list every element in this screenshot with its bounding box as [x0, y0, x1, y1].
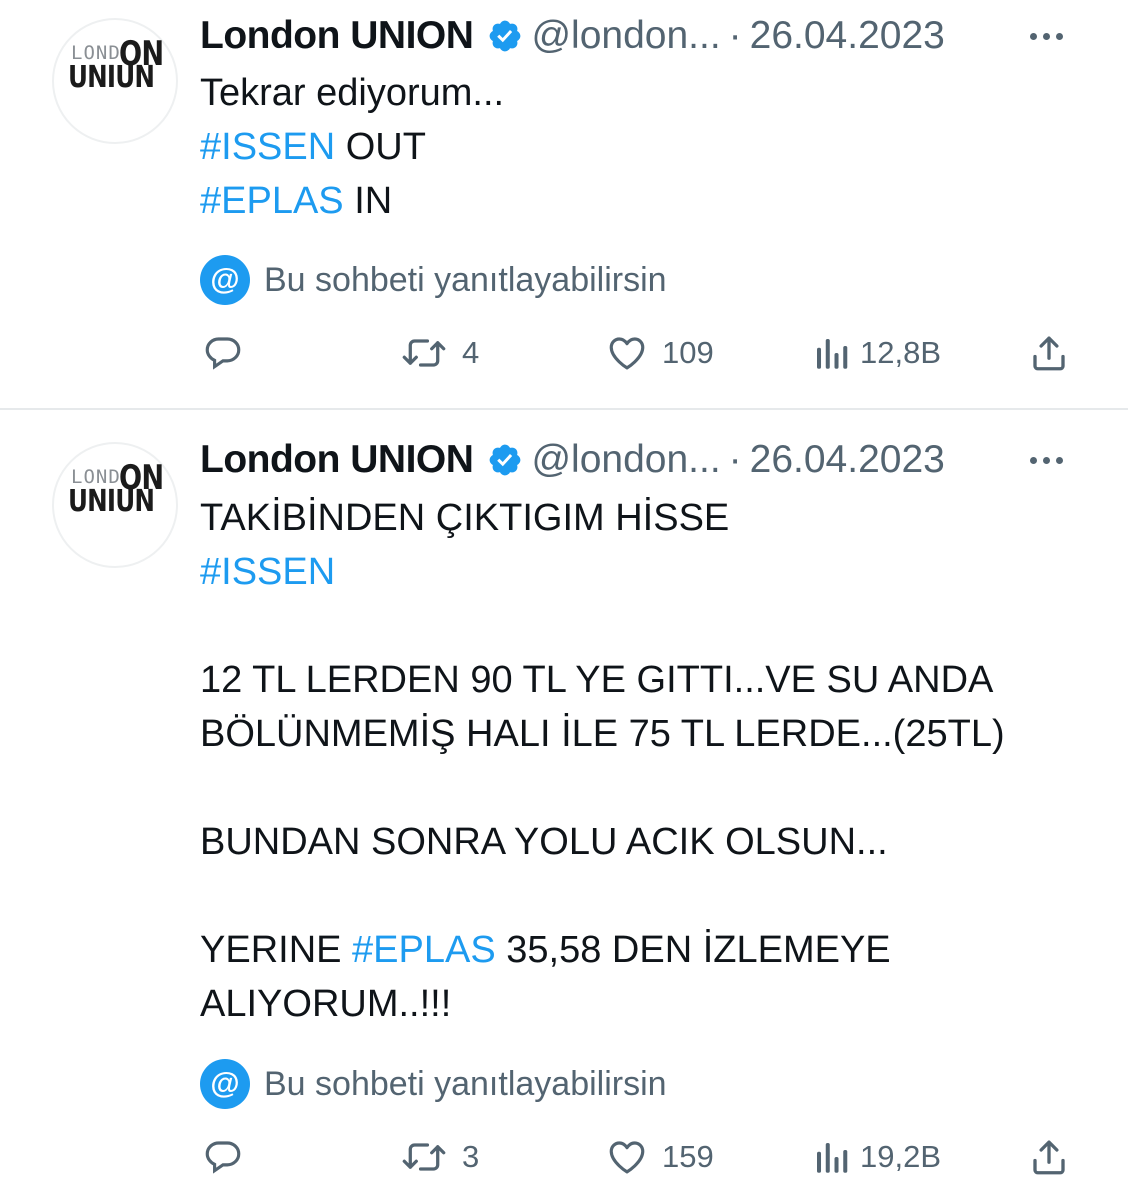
- tweet-text-segment: BUNDAN SONRA YOLU ACIK OLSUN...: [200, 821, 888, 863]
- avatar-logo-main: UNIUN: [68, 484, 155, 519]
- tweet-text-segment: YERINE: [200, 929, 353, 971]
- more-options-icon[interactable]: [1030, 24, 1074, 48]
- tweet-text-segment: 12 TL LERDEN 90 TL YE GITTI...VE SU ANDA: [200, 659, 994, 701]
- retweet-icon: [400, 1136, 448, 1178]
- tweet-text-line: ALIYORUM..!!!: [200, 977, 1100, 1031]
- reply-icon: [202, 1136, 244, 1178]
- reply-restriction-text: Bu sohbeti yanıtlayabilirsin: [264, 260, 667, 299]
- tweet-text-segment: IN: [343, 180, 393, 222]
- like-count: 109: [662, 335, 714, 370]
- verified-badge-icon: [487, 18, 523, 54]
- views-button[interactable]: 19,2B: [812, 1132, 941, 1182]
- heart-icon: [606, 1136, 648, 1178]
- tweet-header: London UNION @london... · 26.04.2023: [200, 434, 945, 486]
- tweet-text-line: #EPLAS IN: [200, 174, 1100, 228]
- tweet-text: TAKİBİNDEN ÇIKTIGIM HİSSE #ISSEN 12 TL LER…: [200, 491, 1100, 1031]
- retweet-button[interactable]: 3: [400, 1132, 479, 1182]
- separator-dot: ·: [728, 14, 742, 57]
- tweet-text-segment: Tekrar ediyorum...: [200, 72, 505, 114]
- like-count: 159: [662, 1139, 714, 1174]
- tweet-text-line: YERINE #EPLAS 35,58 DEN İZLEMEYE: [200, 923, 1100, 977]
- hashtag-link[interactable]: #EPLAS: [200, 180, 344, 222]
- tweet-text-segment: 35,58 DEN İZLEMEYE: [495, 929, 891, 971]
- avatar-logo-main: UNIUN: [68, 60, 155, 95]
- avatar[interactable]: LOND ON UNIUN: [52, 18, 178, 144]
- heart-icon: [606, 332, 648, 374]
- tweet-date[interactable]: 26.04.2023: [750, 14, 945, 58]
- tweet-header: London UNION @london... · 26.04.2023: [200, 10, 945, 62]
- author-handle[interactable]: @london...: [531, 14, 720, 58]
- retweet-count: 3: [462, 1139, 480, 1174]
- like-button[interactable]: 109: [606, 328, 714, 378]
- action-bar: 3 159 19,2B: [0, 1132, 1128, 1182]
- tweet-text: Tekrar ediyorum... #ISSEN OUT #EPLAS IN: [200, 66, 1100, 228]
- share-icon: [1028, 332, 1070, 374]
- retweet-button[interactable]: 4: [400, 328, 479, 378]
- at-sign-icon: @: [200, 1059, 250, 1109]
- reply-restriction: @ Bu sohbeti yanıtlayabilirsin: [200, 1059, 667, 1109]
- tweet[interactable]: LOND ON UNIUN London UNION @london... · …: [0, 0, 1128, 410]
- tweet[interactable]: LOND ON UNIUN London UNION @london... · …: [0, 408, 1128, 1200]
- tweet-text-line: BUNDAN SONRA YOLU ACIK OLSUN...: [200, 815, 1100, 869]
- share-icon: [1028, 1136, 1070, 1178]
- tweet-text-line: BÖLÜNMEMİŞ HALI İLE 75 TL LERDE...(25TL): [200, 707, 1100, 761]
- views-count: 12,8B: [860, 335, 942, 370]
- tweet-text-segment: TAKİBİNDEN ÇIKTIGIM HİSSE: [200, 497, 730, 539]
- avatar[interactable]: LOND ON UNIUN: [52, 442, 178, 568]
- views-chart-icon: [812, 332, 850, 374]
- views-count: 19,2B: [860, 1139, 942, 1174]
- tweet-text-segment: ALIYORUM..!!!: [200, 983, 452, 1025]
- action-bar: 4 109 12,8B: [0, 328, 1128, 378]
- more-options-icon[interactable]: [1030, 448, 1074, 472]
- retweet-count: 4: [462, 335, 480, 370]
- reply-button[interactable]: [202, 1132, 258, 1182]
- author-name[interactable]: London UNION: [200, 438, 474, 482]
- share-button[interactable]: [1028, 328, 1070, 378]
- tweet-text-line: TAKİBİNDEN ÇIKTIGIM HİSSE: [200, 491, 1100, 545]
- reply-restriction-text: Bu sohbeti yanıtlayabilirsin: [264, 1064, 667, 1103]
- share-button[interactable]: [1028, 1132, 1070, 1182]
- views-chart-icon: [812, 1136, 850, 1178]
- verified-badge-icon: [487, 442, 523, 478]
- views-button[interactable]: 12,8B: [812, 328, 941, 378]
- tweet-text-line: #ISSEN OUT: [200, 120, 1100, 174]
- tweet-text-segment: OUT: [335, 126, 426, 168]
- reply-restriction: @ Bu sohbeti yanıtlayabilirsin: [200, 255, 667, 305]
- tweet-text-line: #ISSEN: [200, 545, 1100, 599]
- tweet-date[interactable]: 26.04.2023: [750, 438, 945, 482]
- tweet-text-segment: BÖLÜNMEMİŞ HALI İLE 75 TL LERDE...(25TL): [200, 713, 1005, 755]
- hashtag-link[interactable]: #ISSEN: [200, 551, 335, 593]
- like-button[interactable]: 159: [606, 1132, 714, 1182]
- retweet-icon: [400, 332, 448, 374]
- author-handle[interactable]: @london...: [531, 438, 720, 482]
- hashtag-link[interactable]: #EPLAS: [352, 929, 496, 971]
- at-sign-icon: @: [200, 255, 250, 305]
- hashtag-link[interactable]: #ISSEN: [200, 126, 335, 168]
- reply-button[interactable]: [202, 328, 258, 378]
- reply-icon: [202, 332, 244, 374]
- separator-dot: ·: [728, 438, 742, 481]
- tweet-text-line: 12 TL LERDEN 90 TL YE GITTI...VE SU ANDA: [200, 653, 1100, 707]
- tweet-text-line: Tekrar ediyorum...: [200, 66, 1100, 120]
- author-name[interactable]: London UNION: [200, 14, 474, 58]
